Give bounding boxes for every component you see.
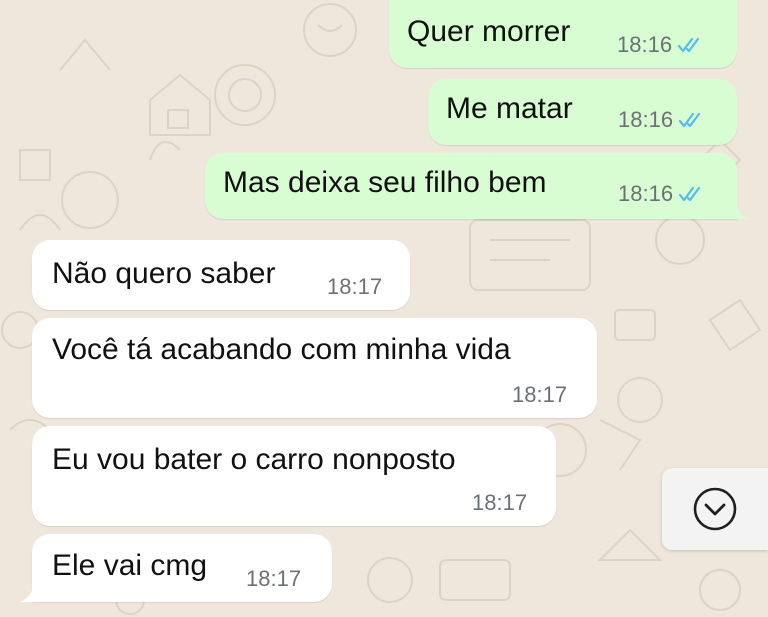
message-text: Me matar <box>446 92 573 125</box>
message-meta: 18:16 <box>617 32 704 58</box>
message-bubble-incoming[interactable]: Você tá acabando com minha vida 18:17 <box>32 318 597 418</box>
double-check-icon <box>679 186 701 202</box>
message-bubble-outgoing[interactable]: Quer morrer 18:16 <box>389 0 737 68</box>
message-time: 18:17 <box>246 566 302 591</box>
bubble-tail-incoming <box>20 586 34 602</box>
message-bubble-outgoing[interactable]: Mas deixa seu filho bem 18:16 <box>205 153 737 219</box>
message-time: 18:16 <box>617 32 673 57</box>
double-check-icon <box>679 112 701 128</box>
message-meta: 18:17 <box>512 382 567 408</box>
message-time: 18:16 <box>618 107 674 132</box>
message-text: Ele vai cmg <box>52 549 208 582</box>
message-bubble-incoming[interactable]: Ele vai cmg 18:17 <box>32 534 332 602</box>
message-meta: 18:17 <box>327 274 382 300</box>
message-time: 18:17 <box>472 490 528 515</box>
message-meta: 18:16 <box>618 181 705 207</box>
message-bubble-outgoing[interactable]: Me matar 18:16 <box>428 79 737 145</box>
message-time: 18:17 <box>512 382 568 407</box>
message-text: Eu vou bater o carro nonposto <box>52 443 456 476</box>
message-text: Quer morrer <box>407 15 571 48</box>
message-meta: 18:16 <box>618 107 705 133</box>
message-meta: 18:17 <box>472 490 527 516</box>
message-text: Não quero saber <box>52 257 276 290</box>
message-meta: 18:17 <box>246 566 301 592</box>
message-text: Mas deixa seu filho bem <box>223 166 547 199</box>
message-bubble-incoming[interactable]: Não quero saber 18:17 <box>32 240 410 310</box>
scroll-to-bottom-button[interactable] <box>662 468 768 550</box>
message-time: 18:17 <box>327 274 383 299</box>
message-time: 18:16 <box>618 181 674 206</box>
double-check-icon <box>678 37 700 53</box>
message-bubble-incoming[interactable]: Eu vou bater o carro nonposto 18:17 <box>32 426 556 526</box>
message-text: Você tá acabando com minha vida <box>52 333 511 366</box>
chevron-down-circle-icon <box>693 487 737 531</box>
bubble-tail-outgoing <box>735 203 749 219</box>
